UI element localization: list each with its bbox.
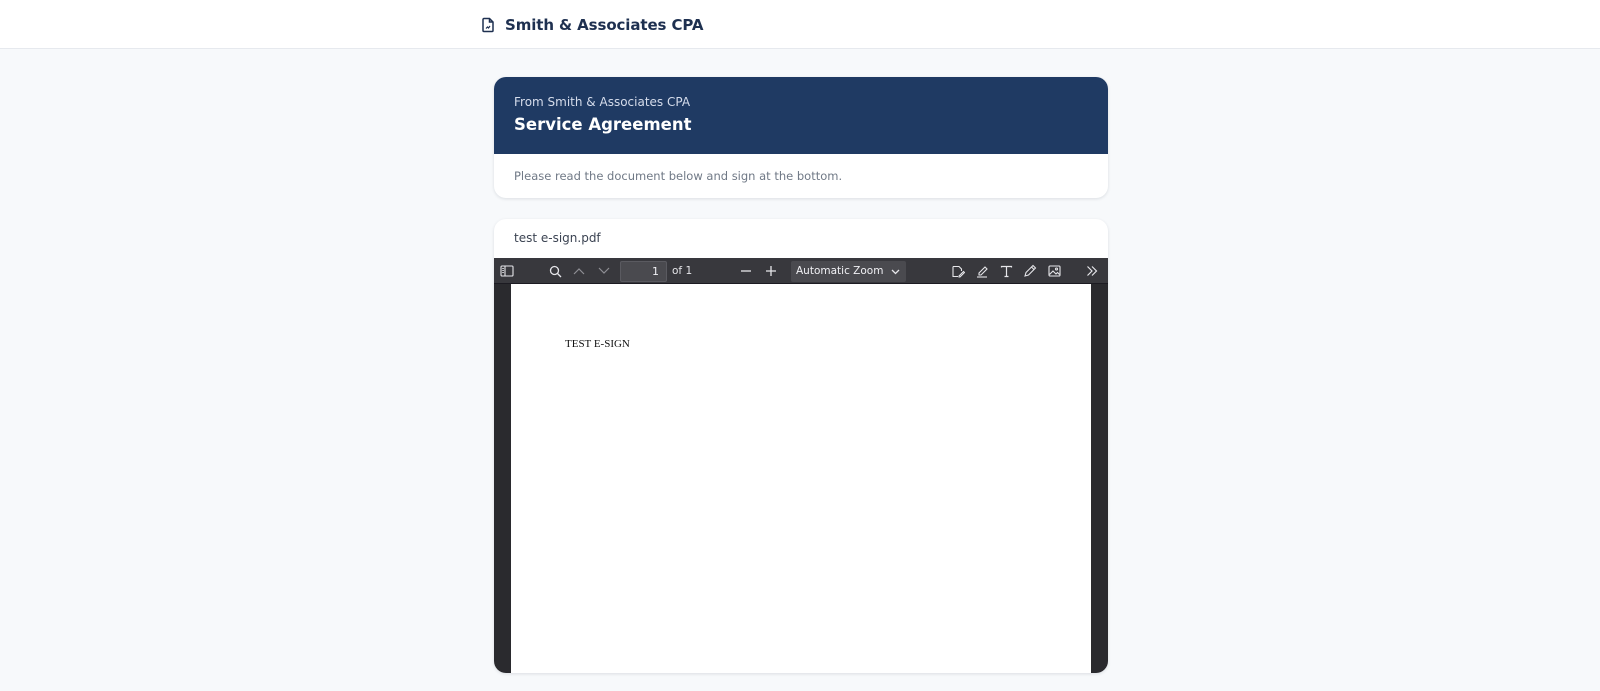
from-label: From Smith & Associates CPA [514, 95, 691, 109]
zoom-select[interactable]: Automatic Zoom [791, 261, 906, 282]
text-icon[interactable] [997, 258, 1015, 284]
chevron-down-icon [891, 266, 900, 278]
document-card: test e-sign.pdf 1 of 1 Automatic Zoom TE… [494, 219, 1108, 673]
document-icon [481, 17, 495, 33]
pdf-viewer: 1 of 1 Automatic Zoom TEST E-SIGN [494, 258, 1108, 673]
instructions-text: Please read the document below and sign … [514, 169, 843, 183]
search-icon[interactable] [546, 258, 564, 284]
document-filename: test e-sign.pdf [514, 231, 601, 245]
signature-icon[interactable] [949, 258, 967, 284]
pdf-page: TEST E-SIGN [511, 284, 1091, 673]
top-bar: Smith & Associates CPA [0, 0, 1600, 49]
firm-name: Smith & Associates CPA [505, 16, 704, 34]
tools-menu-icon[interactable] [1083, 258, 1101, 284]
highlight-icon[interactable] [973, 258, 991, 284]
brand: Smith & Associates CPA [481, 14, 704, 36]
zoom-out-icon[interactable] [737, 258, 755, 284]
image-icon[interactable] [1045, 258, 1063, 284]
zoom-in-icon[interactable] [762, 258, 780, 284]
pdf-toolbar: 1 of 1 Automatic Zoom [494, 258, 1108, 284]
draw-icon[interactable] [1021, 258, 1039, 284]
pdf-page-text: TEST E-SIGN [565, 338, 630, 350]
request-header: From Smith & Associates CPA Service Agre… [494, 77, 1108, 154]
sidebar-toggle-icon[interactable] [498, 258, 516, 284]
next-page-icon[interactable] [595, 258, 613, 284]
zoom-select-value: Automatic Zoom [796, 265, 884, 277]
document-title: Service Agreement [514, 115, 692, 134]
page-number-input[interactable]: 1 [620, 261, 667, 282]
page-count-label: of 1 [672, 265, 693, 277]
previous-page-icon[interactable] [570, 258, 588, 284]
request-card: From Smith & Associates CPA Service Agre… [494, 77, 1108, 198]
